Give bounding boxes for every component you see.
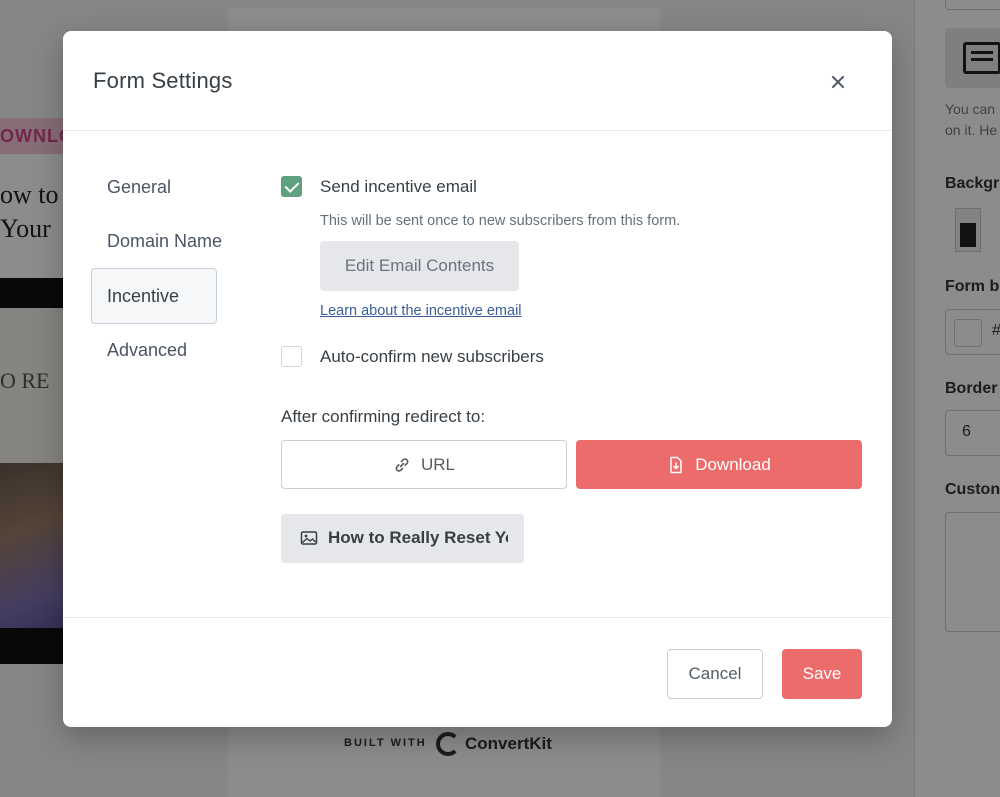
- modal-footer: Cancel Save: [63, 617, 892, 727]
- redirect-label: After confirming redirect to:: [281, 407, 486, 426]
- modal-title: Form Settings: [93, 68, 233, 93]
- send-incentive-label[interactable]: Send incentive email: [320, 177, 477, 197]
- redirect-download-option[interactable]: Download: [576, 440, 862, 489]
- auto-confirm-label[interactable]: Auto-confirm new subscribers: [320, 347, 544, 367]
- nav-item-domain-name[interactable]: Domain Name: [91, 213, 222, 269]
- close-icon[interactable]: [825, 69, 851, 95]
- link-icon: [395, 457, 409, 472]
- save-button[interactable]: Save: [782, 649, 862, 699]
- redirect-url-option[interactable]: URL: [281, 440, 567, 489]
- image-icon: [300, 531, 318, 545]
- nav-item-incentive[interactable]: Incentive: [91, 268, 217, 324]
- download-file-name: How to Really Reset Your: [328, 528, 508, 547]
- learn-incentive-link[interactable]: Learn about the incentive email: [320, 303, 522, 319]
- edit-email-contents-button[interactable]: Edit Email Contents: [320, 241, 519, 291]
- redirect-url-label: URL: [420, 454, 455, 474]
- form-settings-modal: Form Settings General Domain Name Incent…: [63, 31, 892, 727]
- download-file-picker[interactable]: How to Really Reset Your: [281, 514, 524, 563]
- nav-item-advanced[interactable]: Advanced: [91, 322, 217, 378]
- incentive-helper-text: This will be sent once to new subscriber…: [320, 213, 681, 229]
- modal-header: Form Settings: [63, 31, 892, 131]
- auto-confirm-checkbox[interactable]: [281, 346, 302, 367]
- file-download-icon: [670, 456, 682, 473]
- redirect-download-label: Download: [695, 454, 771, 474]
- send-incentive-checkbox[interactable]: [281, 176, 302, 197]
- nav-item-general[interactable]: General: [91, 159, 217, 215]
- cancel-button[interactable]: Cancel: [667, 649, 763, 699]
